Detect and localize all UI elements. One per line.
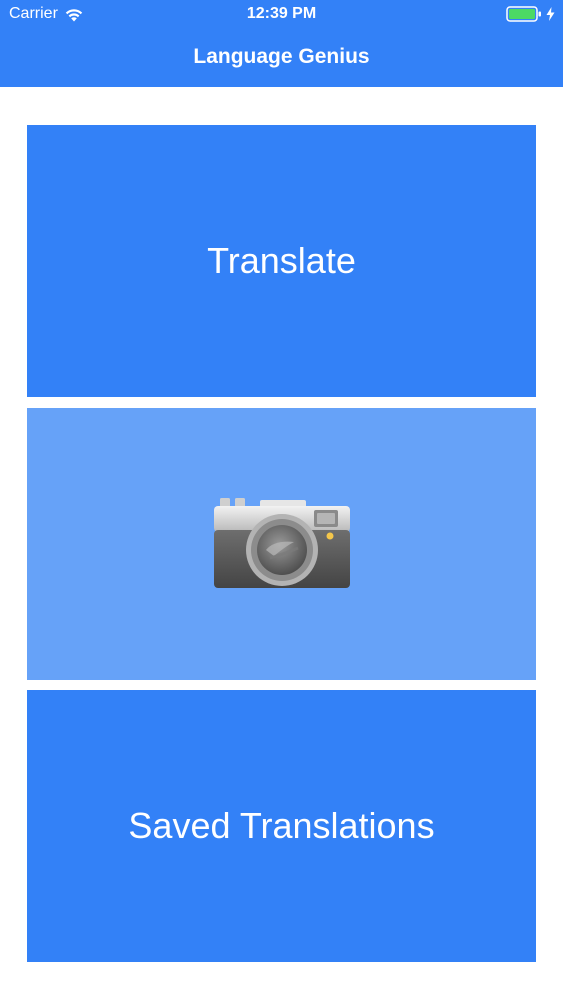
- camera-icon: [213, 498, 350, 588]
- battery-icon: [506, 6, 541, 22]
- header: Carrier 12:39 PM Language Genius: [0, 0, 563, 87]
- page-title: Language Genius: [193, 45, 370, 68]
- saved-translations-button[interactable]: Saved Translations: [27, 690, 536, 962]
- battery-group: [506, 5, 555, 23]
- bolt-icon: [546, 7, 555, 21]
- status-bar: Carrier 12:39 PM: [0, 0, 563, 30]
- saved-translations-label: Saved Translations: [128, 805, 435, 846]
- camera-button[interactable]: [27, 408, 536, 680]
- translate-button[interactable]: Translate: [27, 125, 536, 397]
- status-time: 12:39 PM: [246, 5, 317, 22]
- app-screen: Carrier 12:39 PM Language Genius Transla…: [0, 0, 563, 1000]
- translate-label: Translate: [207, 240, 356, 281]
